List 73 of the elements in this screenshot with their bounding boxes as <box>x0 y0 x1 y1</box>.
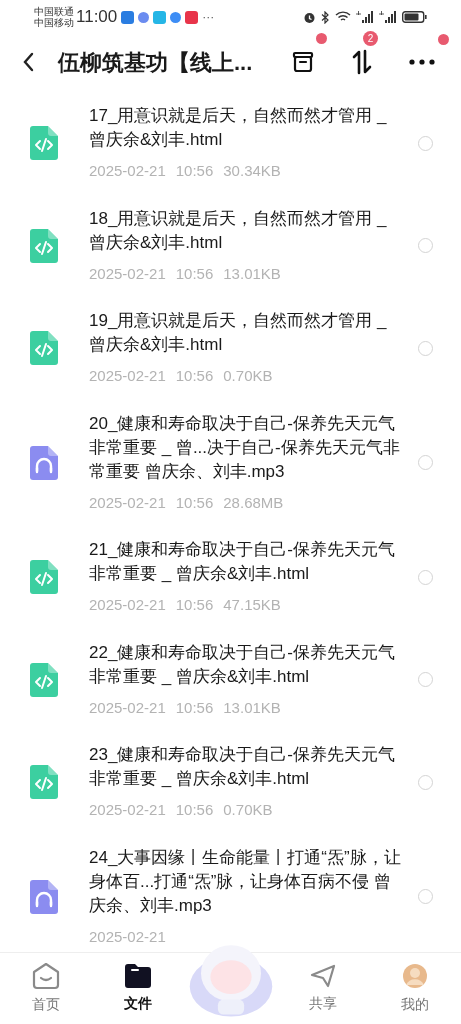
app-notification-icon <box>121 10 135 24</box>
file-date: 2025-02-21 <box>89 926 166 947</box>
file-time: 10:56 <box>175 800 214 820</box>
file-size: 13.01KB <box>223 263 281 284</box>
nav-tab[interactable]: 文件 <box>112 953 165 1024</box>
signal-icon <box>379 11 397 23</box>
file-row[interactable]: 17_用意识就是后天，自然而然才管用 _ 曾庆余&刘丰.html 2025-02-21 10:56 30.34KB <box>0 92 461 195</box>
file-name: 18_用意识就是后天，自然而然才管用 _ 曾庆余&刘丰.html <box>89 207 388 254</box>
file-date: 2025-02-21 <box>89 366 166 386</box>
file-name: 20_健康和寿命取决于自己-保养先天元气非常重要 _ 曾...决于自己-保养先天元气非常重要 曾庆余、刘丰.mp3 <box>89 412 401 483</box>
count-badge: 2 <box>363 31 378 46</box>
carrier-name: 中国联通 <box>34 6 74 17</box>
code-file-icon <box>30 331 58 366</box>
file-time: 10:56 <box>175 492 214 513</box>
signal-icon <box>356 11 374 23</box>
file-row[interactable]: 21_健康和寿命取决于自己-保养先天元气非常重要 _ 曾庆余&刘丰.html 2025-02-21 10:56 47.15KB <box>0 526 461 629</box>
file-row[interactable]: 19_用意识就是后天，自然而然才管用 _ 曾庆余&刘丰.html 2025-02-21 10:56 0.70KB <box>0 297 461 400</box>
file-time: 10:56 <box>175 697 214 718</box>
app-notification-icon <box>153 10 167 24</box>
file-time: 10:56 <box>175 161 214 181</box>
app-notification-icon <box>138 11 150 23</box>
file-name: 19_用意识就是后天，自然而然才管用 _ 曾庆余&刘丰.html <box>89 310 388 356</box>
app-notification-icon <box>170 11 182 23</box>
file-size: 30.34KB <box>223 161 281 181</box>
code-file-icon <box>30 765 58 800</box>
code-file-icon <box>30 560 58 595</box>
file-name: 22_健康和寿命取决于自己-保养先天元气非常重要 _ 曾庆余&刘丰.html <box>89 641 397 688</box>
avatar-icon <box>400 962 429 990</box>
file-time: 10:56 <box>175 595 214 615</box>
file-time: 10:56 <box>175 366 214 386</box>
file-date: 2025-02-21 <box>89 263 166 284</box>
file-size: 0.70KB <box>223 366 273 386</box>
file-date: 2025-02-21 <box>89 697 166 718</box>
code-file-icon <box>30 228 58 263</box>
file-row[interactable]: 24_大事因缘丨生命能量丨打通“炁”脉，让身体百...打通“炁”脉，让身体百病不侵 曾庆余、刘丰.mp3 2025-02-21 <box>0 833 461 952</box>
file-time: 10:56 <box>175 263 214 284</box>
battery-icon <box>402 11 427 23</box>
file-row[interactable]: 18_用意识就是后天，自然而然才管用 _ 曾庆余&刘丰.html 2025-02-21 10:56 13.01KB <box>0 194 461 297</box>
headphones-file-icon <box>30 879 58 914</box>
file-size: 13.01KB <box>223 697 281 718</box>
app-notification-icon <box>185 10 199 24</box>
alarm-icon <box>303 10 316 24</box>
headphones-file-icon <box>30 445 58 480</box>
nav-tab[interactable]: 首页 <box>20 953 73 1024</box>
file-date: 2025-02-21 <box>89 595 166 615</box>
code-file-icon <box>30 126 58 161</box>
home-icon <box>31 962 62 990</box>
nav-tab[interactable]: 我的 <box>388 953 441 1024</box>
send-icon <box>308 963 337 989</box>
wifi-icon <box>335 11 351 23</box>
file-date: 2025-02-21 <box>89 800 166 820</box>
clock-time: 11:00 <box>76 6 118 29</box>
file-name: 21_健康和寿命取决于自己-保养先天元气非常重要 _ 曾庆余&刘丰.html <box>89 539 397 585</box>
folder-icon <box>123 963 154 989</box>
bluetooth-icon <box>321 10 330 24</box>
archive-box-icon[interactable] <box>291 50 315 74</box>
file-name: 24_大事因缘丨生命能量丨打通“炁”脉，让身体百...打通“炁”脉，让身体百病不侵 曾庆余、刘丰.mp3 <box>89 846 402 917</box>
carrier-name: 中国移动 <box>34 17 74 28</box>
file-size: 28.68MB <box>223 492 284 513</box>
code-file-icon <box>30 662 58 697</box>
more-notifications: ··· <box>202 9 215 26</box>
nav-tab[interactable]: 共享 <box>296 953 349 1024</box>
file-date: 2025-02-21 <box>89 492 166 513</box>
file-row[interactable]: 20_健康和寿命取决于自己-保养先天元气非常重要 _ 曾...决于自己-保养先天元气非常重要 曾庆余、刘丰.mp3 2025-02-21 10:56 28.68MB <box>0 399 461 526</box>
file-row[interactable]: 22_健康和寿命取决于自己-保养先天元气非常重要 _ 曾庆余&刘丰.html 2025-02-21 10:56 13.01KB <box>0 628 461 731</box>
file-size: 0.70KB <box>223 800 273 820</box>
file-date: 2025-02-21 <box>89 161 166 181</box>
file-name: 23_健康和寿命取决于自己-保养先天元气非常重要 _ 曾庆余&刘丰.html <box>89 744 397 790</box>
more-icon[interactable] <box>409 59 435 65</box>
file-row[interactable]: 23_健康和寿命取决于自己-保养先天元气非常重要 _ 曾庆余&刘丰.html 2025-02-21 10:56 0.70KB <box>0 731 461 834</box>
file-name: 17_用意识就是后天，自然而然才管用 _ 曾庆余&刘丰.html <box>89 105 388 151</box>
file-size: 47.15KB <box>223 595 281 615</box>
folder-title: 伍柳筑基功【线上... <box>58 48 253 77</box>
